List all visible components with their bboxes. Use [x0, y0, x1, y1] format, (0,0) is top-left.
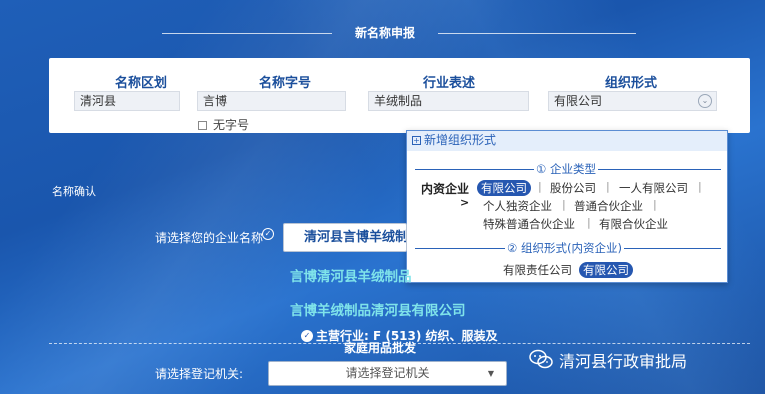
org-form-popup: + 新增组织形式 ① 企业类型 内资企业 > 有限公司 | 股份公司 | 一人有限…	[406, 130, 728, 283]
option-geren-duzi[interactable]: 个人独资企业	[483, 198, 552, 214]
section-title-enterprise-type: ① 企业类型	[534, 161, 598, 177]
caret-down-icon: ▼	[487, 369, 494, 378]
option-youxian-hehuo[interactable]: 有限合伙企业	[599, 216, 668, 232]
org-form-select[interactable]: 有限公司 ⌄	[548, 91, 717, 111]
category-arrow: >	[460, 196, 470, 209]
separator: |	[538, 180, 542, 193]
watermark-text: 清河县行政审批局	[559, 352, 688, 371]
wechat-icon	[529, 349, 553, 369]
main-industry: 主营行业: F (513) 纺织、服装及 家庭用品批发	[316, 330, 498, 354]
option-gufen-gongsi[interactable]: 股份公司	[550, 180, 596, 196]
add-org-form-button[interactable]: + 新增组织形式	[407, 131, 727, 151]
chevron-down-icon[interactable]: ⌄	[698, 94, 712, 108]
name-input-panel: 名称区划 名称字号 行业表述 组织形式 清河县 言博 羊绒制品 有限公司 ⌄ 无…	[49, 58, 750, 133]
dashed-divider	[49, 343, 750, 344]
option-teshu-putong-hehuo[interactable]: 特殊普通合伙企业	[483, 216, 575, 232]
trade-name-field[interactable]: 言博	[197, 91, 346, 111]
authority-label: 请选择登记机关:	[155, 367, 244, 381]
page-title: 新名称申报	[354, 26, 415, 40]
title-rule-left	[162, 33, 332, 34]
name-select[interactable]: 清河县言博羊绒制	[283, 223, 407, 252]
option-yiren-youxian-gongsi[interactable]: 一人有限公司	[619, 180, 688, 196]
add-org-form-label: 新增组织形式	[424, 133, 497, 147]
separator: |	[587, 216, 591, 229]
industry-field-value: 羊绒制品	[374, 94, 423, 108]
choose-name-label: 请选择您的企业名称	[155, 231, 264, 245]
section-title-org-form: ② 组织形式(内资企业)	[505, 240, 624, 256]
title-rule-right	[438, 33, 636, 34]
no-trade-name-option[interactable]: 无字号	[198, 116, 249, 133]
authority-select[interactable]: 请选择登记机关 ▼	[268, 361, 507, 386]
region-label: 名称区划	[114, 76, 167, 91]
check-circle-icon: ✓	[301, 330, 313, 342]
option-youxian-gongsi-2[interactable]: 有限公司	[579, 262, 633, 278]
org-form-label: 组织形式	[604, 76, 657, 91]
name-confirm-heading: 名称确认	[52, 185, 96, 198]
name-option-1[interactable]: 言博清河县羊绒制品	[290, 265, 412, 285]
option-youxian-gongsi[interactable]: 有限公司	[477, 180, 531, 196]
plus-icon: +	[412, 136, 421, 145]
category-label: 内资企业	[421, 182, 470, 196]
name-option-2[interactable]: 言博羊绒制品清河县有限公司	[290, 299, 466, 319]
separator: |	[698, 180, 702, 193]
trade-name-label: 名称字号	[258, 76, 311, 91]
check-circle-icon: ✓	[262, 228, 274, 240]
option-putong-hehuo[interactable]: 普通合伙企业	[574, 198, 643, 214]
no-trade-name-label: 无字号	[213, 118, 250, 132]
authority-placeholder: 请选择登记机关	[345, 366, 430, 380]
industry-label: 行业表述	[422, 76, 475, 91]
org-form-value: 有限公司	[554, 94, 603, 108]
separator: |	[653, 198, 657, 211]
region-field[interactable]: 清河县	[74, 91, 180, 111]
no-trade-name-checkbox[interactable]	[198, 121, 207, 130]
separator: |	[562, 198, 566, 211]
industry-field[interactable]: 羊绒制品	[368, 91, 529, 111]
separator: |	[606, 180, 610, 193]
option-youxian-zeren[interactable]: 有限责任公司	[503, 262, 572, 278]
